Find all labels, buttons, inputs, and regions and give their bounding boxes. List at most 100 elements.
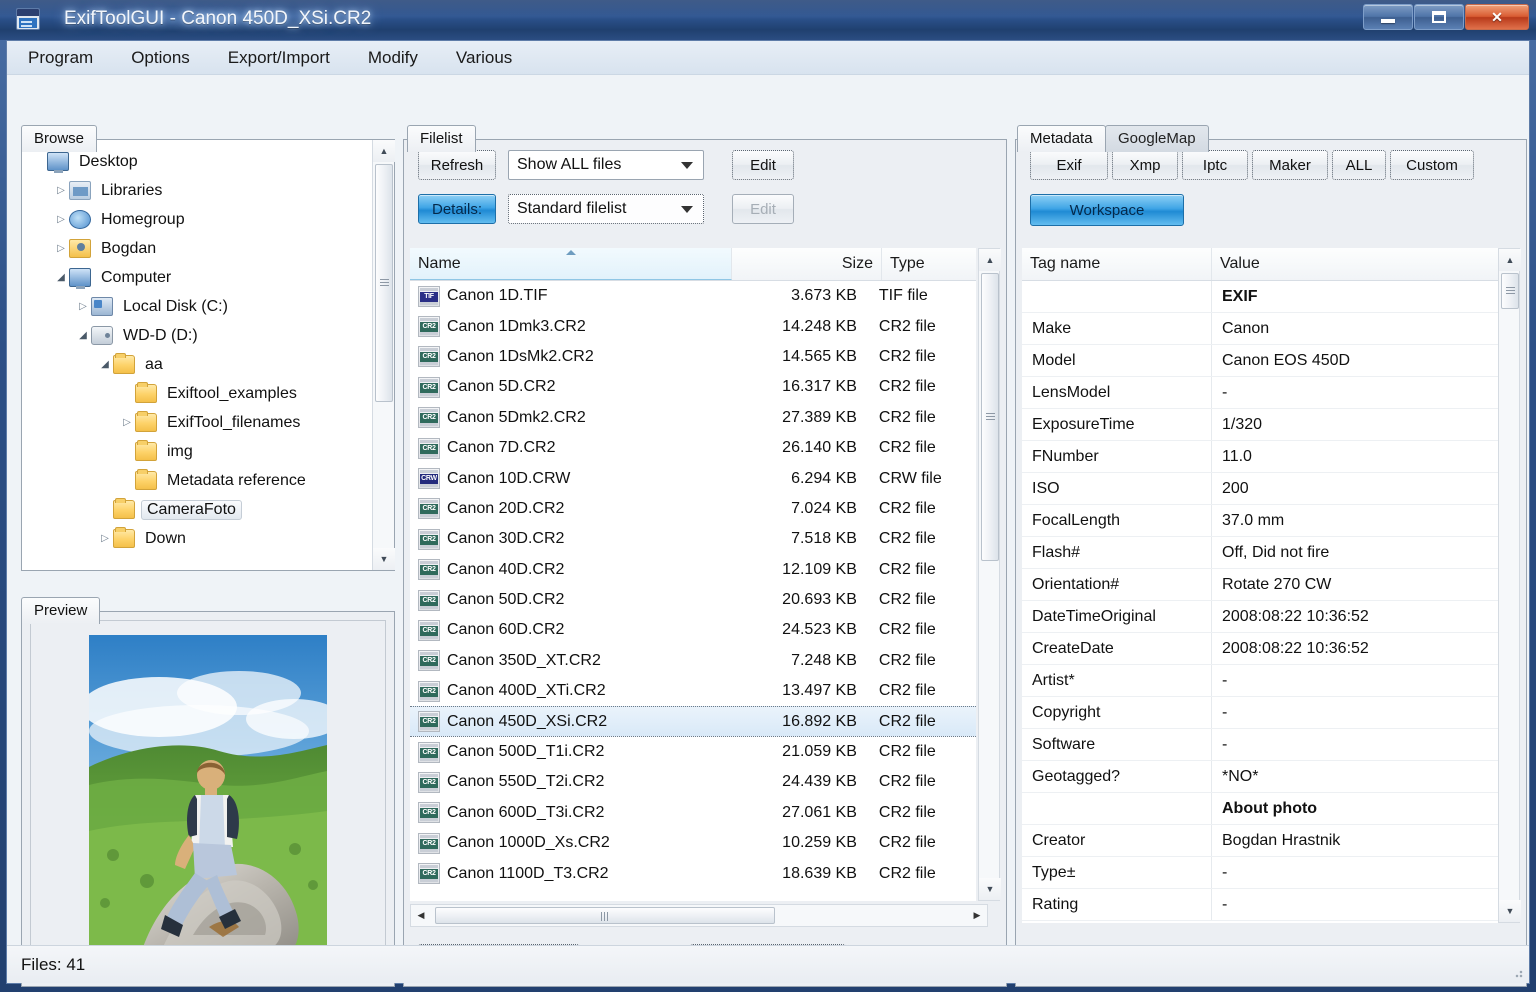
tree-node-exiftool-examples[interactable]: Exiftool_examples: [23, 379, 371, 408]
group-button-iptc[interactable]: Iptc: [1182, 150, 1248, 180]
column-header-tag-name[interactable]: Tag name: [1022, 248, 1212, 280]
tree-node-computer[interactable]: ◢Computer: [23, 263, 371, 292]
group-button-maker[interactable]: Maker: [1252, 150, 1328, 180]
scroll-down-icon[interactable]: ▼: [1499, 900, 1521, 922]
filelist-row[interactable]: CR2Canon 5Dmk2.CR227.389 KBCR2 file: [410, 403, 976, 433]
metadata-row[interactable]: Rating-: [1022, 889, 1500, 921]
tree-node-bogdan[interactable]: ▷Bogdan: [23, 234, 371, 263]
tree-node-wd-d-d[interactable]: ◢WD-D (D:): [23, 321, 371, 350]
metadata-row[interactable]: Geotagged?*NO*: [1022, 761, 1500, 793]
metadata-row[interactable]: Software-: [1022, 729, 1500, 761]
tree-node-metadata-reference[interactable]: Metadata reference: [23, 466, 371, 495]
folder-tree[interactable]: Desktop▷Libraries▷Homegroup▷Bogdan◢Compu…: [23, 141, 371, 569]
metadata-row[interactable]: CreatorBogdan Hrastnik: [1022, 825, 1500, 857]
metadata-row[interactable]: LensModel-: [1022, 377, 1500, 409]
scrollbar-thumb[interactable]: [1501, 273, 1519, 309]
expand-arrow-closed-icon[interactable]: ▷: [53, 185, 69, 196]
filelist-row[interactable]: CR2Canon 1Dmk3.CR214.248 KBCR2 file: [410, 311, 976, 341]
tree-node-exiftool-filenames[interactable]: ▷ExifTool_filenames: [23, 408, 371, 437]
hscroll-track[interactable]: [431, 905, 967, 926]
tab-filelist[interactable]: Filelist: [407, 125, 476, 152]
metadata-row[interactable]: ExposureTime1/320: [1022, 409, 1500, 441]
scroll-down-icon[interactable]: ▼: [979, 878, 1001, 900]
scroll-left-icon[interactable]: ◀: [411, 910, 431, 921]
filelist-row[interactable]: CR2Canon 600D_T3i.CR227.061 KBCR2 file: [410, 798, 976, 828]
expand-arrow-open-icon[interactable]: ◢: [53, 272, 69, 283]
menu-modify[interactable]: Modify: [365, 46, 421, 70]
tab-googlemap[interactable]: GoogleMap: [1105, 125, 1209, 152]
expand-arrow-closed-icon[interactable]: ▷: [97, 533, 113, 544]
expand-arrow-closed-icon[interactable]: ▷: [75, 301, 91, 312]
expand-arrow-open-icon[interactable]: ◢: [97, 359, 113, 370]
hscrollbar-thumb[interactable]: [435, 907, 775, 924]
tree-node-down[interactable]: ▷Down: [23, 524, 371, 553]
column-header-type[interactable]: Type: [882, 248, 976, 280]
filelist-row[interactable]: CR2Canon 40D.CR212.109 KBCR2 file: [410, 555, 976, 585]
filelist-row[interactable]: CR2Canon 1000D_Xs.CR210.259 KBCR2 file: [410, 828, 976, 858]
column-header-name[interactable]: Name: [410, 248, 732, 280]
metadata-row[interactable]: CreateDate2008:08:22 10:36:52: [1022, 633, 1500, 665]
metadata-row[interactable]: About photo: [1022, 793, 1500, 825]
filelist-row[interactable]: CR2Canon 500D_T1i.CR221.059 KBCR2 file: [410, 737, 976, 767]
filelist-row[interactable]: CR2Canon 1DsMk2.CR214.565 KBCR2 file: [410, 342, 976, 372]
filelist-row[interactable]: CR2Canon 50D.CR220.693 KBCR2 file: [410, 585, 976, 615]
filelist-row[interactable]: CR2Canon 5D.CR216.317 KBCR2 file: [410, 372, 976, 402]
metadata-row[interactable]: ISO200: [1022, 473, 1500, 505]
metadata-row[interactable]: MakeCanon: [1022, 313, 1500, 345]
metadata-rows[interactable]: EXIFMakeCanonModelCanon EOS 450DLensMode…: [1022, 281, 1500, 923]
metadata-row[interactable]: FocalLength37.0 mm: [1022, 505, 1500, 537]
filelist-row[interactable]: CR2Canon 350D_XT.CR27.248 KBCR2 file: [410, 646, 976, 676]
tree-node-img[interactable]: img: [23, 437, 371, 466]
filelist-row[interactable]: CR2Canon 550D_T2i.CR224.439 KBCR2 file: [410, 767, 976, 797]
filelist-row[interactable]: CR2Canon 60D.CR224.523 KBCR2 file: [410, 615, 976, 645]
metadata-row[interactable]: Orientation#Rotate 270 CW: [1022, 569, 1500, 601]
expand-arrow-open-icon[interactable]: ◢: [75, 330, 91, 341]
tab-preview[interactable]: Preview: [21, 597, 100, 624]
file-filter-combo[interactable]: Show ALL files: [508, 150, 704, 180]
filelist-row[interactable]: CRWCanon 10D.CRW6.294 KBCRW file: [410, 463, 976, 493]
tree-node-homegroup[interactable]: ▷Homegroup: [23, 205, 371, 234]
menu-options[interactable]: Options: [128, 46, 193, 70]
filelist-scrollbar[interactable]: ▲ ▼: [978, 248, 1000, 901]
filelist-row[interactable]: CR2Canon 20D.CR27.024 KBCR2 file: [410, 494, 976, 524]
group-button-xmp[interactable]: Xmp: [1112, 150, 1178, 180]
filelist-row[interactable]: CR2Canon 450D_XSi.CR216.892 KBCR2 file: [410, 706, 976, 736]
metadata-scrollbar[interactable]: ▲ ▼: [1498, 248, 1520, 923]
metadata-row[interactable]: Flash#Off, Did not fire: [1022, 537, 1500, 569]
scroll-up-icon[interactable]: ▲: [1499, 249, 1521, 271]
metadata-row[interactable]: EXIF: [1022, 281, 1500, 313]
filelist-row[interactable]: TIFCanon 1D.TIF3.673 KBTIF file: [410, 281, 976, 311]
menu-export-import[interactable]: Export/Import: [225, 46, 333, 70]
tab-browse[interactable]: Browse: [21, 125, 97, 152]
column-header-value[interactable]: Value: [1212, 248, 1500, 280]
scroll-down-icon[interactable]: ▼: [373, 548, 395, 570]
filter-edit-button[interactable]: Edit: [732, 150, 794, 180]
scroll-up-icon[interactable]: ▲: [373, 140, 395, 162]
metadata-row[interactable]: DateTimeOriginal2008:08:22 10:36:52: [1022, 601, 1500, 633]
metadata-row[interactable]: FNumber11.0: [1022, 441, 1500, 473]
metadata-row[interactable]: Copyright-: [1022, 697, 1500, 729]
menu-various[interactable]: Various: [453, 46, 515, 70]
scroll-up-icon[interactable]: ▲: [979, 249, 1001, 271]
group-button-all[interactable]: ALL: [1332, 150, 1386, 180]
filelist-row[interactable]: CR2Canon 7D.CR226.140 KBCR2 file: [410, 433, 976, 463]
column-header-size[interactable]: Size: [732, 248, 882, 280]
scroll-right-icon[interactable]: ▶: [967, 910, 987, 921]
minimize-button[interactable]: [1363, 4, 1413, 30]
tab-metadata[interactable]: Metadata: [1017, 125, 1106, 152]
refresh-button[interactable]: Refresh: [418, 150, 496, 180]
group-button-custom[interactable]: Custom: [1390, 150, 1474, 180]
scrollbar-thumb[interactable]: [375, 164, 393, 402]
details-button[interactable]: Details:: [418, 194, 496, 224]
filelist-row[interactable]: CR2Canon 1100D_T3.CR218.639 KBCR2 file: [410, 858, 976, 888]
menu-program[interactable]: Program: [25, 46, 96, 70]
filelist-row[interactable]: CR2Canon 30D.CR27.518 KBCR2 file: [410, 524, 976, 554]
tree-node-libraries[interactable]: ▷Libraries: [23, 176, 371, 205]
filelist-horizontal-scrollbar[interactable]: ◀ ▶: [410, 904, 988, 927]
scrollbar-thumb[interactable]: [981, 273, 999, 561]
resize-grip-icon[interactable]: [1510, 965, 1524, 979]
browse-scrollbar[interactable]: ▲ ▼: [372, 140, 394, 570]
expand-arrow-closed-icon[interactable]: ▷: [53, 214, 69, 225]
close-button[interactable]: ✕: [1465, 4, 1529, 30]
expand-arrow-closed-icon[interactable]: ▷: [119, 417, 135, 428]
